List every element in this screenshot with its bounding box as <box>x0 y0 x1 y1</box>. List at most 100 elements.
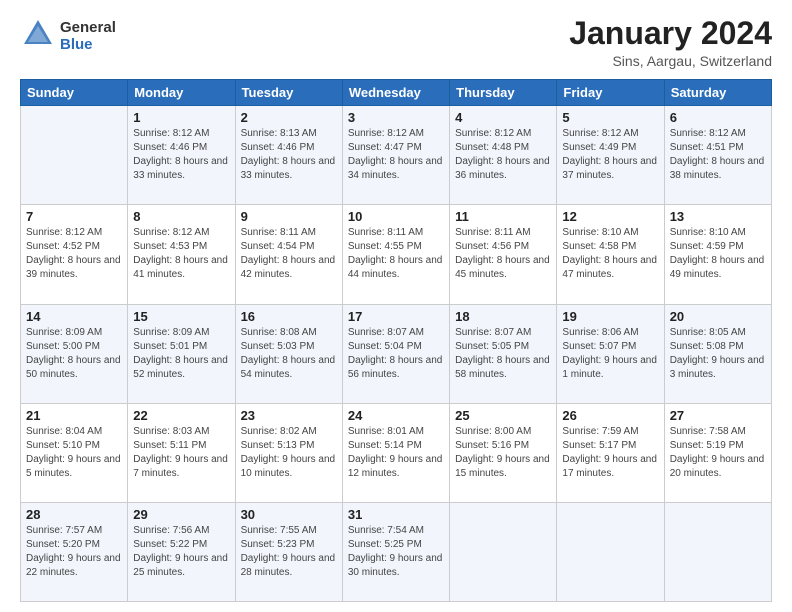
calendar-row: 1Sunrise: 8:12 AMSunset: 4:46 PMDaylight… <box>21 106 772 205</box>
day-number: 6 <box>670 110 766 125</box>
table-row: 3Sunrise: 8:12 AMSunset: 4:47 PMDaylight… <box>342 106 449 205</box>
day-number: 16 <box>241 309 337 324</box>
day-number: 31 <box>348 507 444 522</box>
table-row: 15Sunrise: 8:09 AMSunset: 5:01 PMDayligh… <box>128 304 235 403</box>
day-info: Sunrise: 8:13 AMSunset: 4:46 PMDaylight:… <box>241 127 337 183</box>
table-row: 13 Sunrise: 8:10 AMSunset: 4:59 PMDayligh… <box>664 205 771 304</box>
table-row: 27 Sunrise: 7:58 AMSunset: 5:19 PMDayligh… <box>664 403 771 502</box>
day-number: 21 <box>26 408 122 423</box>
day-info: Sunrise: 8:09 AMSunset: 5:01 PMDaylight:… <box>133 326 229 382</box>
day-number: 7 <box>26 209 122 224</box>
day-info: Sunrise: 8:12 AMSunset: 4:47 PMDaylight:… <box>348 127 444 183</box>
logo-general: General <box>60 19 116 36</box>
table-row: 4Sunrise: 8:12 AMSunset: 4:48 PMDaylight… <box>450 106 557 205</box>
table-row: 28 Sunrise: 7:57 AMSunset: 5:20 PMDayligh… <box>21 502 128 601</box>
day-info: Sunrise: 7:56 AMSunset: 5:22 PMDaylight:… <box>133 524 229 580</box>
day-info: Sunrise: 8:12 AMSunset: 4:53 PMDaylight:… <box>133 226 229 282</box>
table-row: 10 Sunrise: 8:11 AMSunset: 4:55 PMDayligh… <box>342 205 449 304</box>
table-row: 30 Sunrise: 7:55 AMSunset: 5:23 PMDayligh… <box>235 502 342 601</box>
col-sunday: Sunday <box>21 80 128 106</box>
calendar-row: 21Sunrise: 8:04 AMSunset: 5:10 PMDayligh… <box>21 403 772 502</box>
day-number: 9 <box>241 209 337 224</box>
col-saturday: Saturday <box>664 80 771 106</box>
day-info: Sunrise: 8:10 AMSunset: 4:58 PMDaylight:… <box>562 226 658 282</box>
calendar-row: 14 Sunrise: 8:09 AMSunset: 5:00 PMDayligh… <box>21 304 772 403</box>
table-row: 24 Sunrise: 8:01 AMSunset: 5:14 PMDayligh… <box>342 403 449 502</box>
day-number: 25 <box>455 408 551 423</box>
day-info: Sunrise: 8:11 AMSunset: 4:56 PMDaylight:… <box>455 226 551 282</box>
day-number: 28 <box>26 507 122 522</box>
table-row: 6 Sunrise: 8:12 AMSunset: 4:51 PMDaylight… <box>664 106 771 205</box>
col-friday: Friday <box>557 80 664 106</box>
day-info: Sunrise: 8:03 AMSunset: 5:11 PMDaylight:… <box>133 425 229 481</box>
day-number: 5 <box>562 110 658 125</box>
day-info: Sunrise: 7:57 AMSunset: 5:20 PMDaylight:… <box>26 524 122 580</box>
calendar-table: Sunday Monday Tuesday Wednesday Thursday… <box>20 79 772 602</box>
table-row: 26 Sunrise: 7:59 AMSunset: 5:17 PMDayligh… <box>557 403 664 502</box>
logo-icon <box>20 16 56 52</box>
col-monday: Monday <box>128 80 235 106</box>
day-number: 18 <box>455 309 551 324</box>
col-thursday: Thursday <box>450 80 557 106</box>
table-row: 16 Sunrise: 8:08 AMSunset: 5:03 PMDayligh… <box>235 304 342 403</box>
day-info: Sunrise: 8:09 AMSunset: 5:00 PMDaylight:… <box>26 326 122 382</box>
table-row: 9 Sunrise: 8:11 AMSunset: 4:54 PMDaylight… <box>235 205 342 304</box>
day-number: 29 <box>133 507 229 522</box>
day-info: Sunrise: 8:00 AMSunset: 5:16 PMDaylight:… <box>455 425 551 481</box>
day-info: Sunrise: 8:11 AMSunset: 4:54 PMDaylight:… <box>241 226 337 282</box>
day-number: 22 <box>133 408 229 423</box>
table-row: 8Sunrise: 8:12 AMSunset: 4:53 PMDaylight… <box>128 205 235 304</box>
day-info: Sunrise: 8:06 AMSunset: 5:07 PMDaylight:… <box>562 326 658 382</box>
day-info: Sunrise: 7:54 AMSunset: 5:25 PMDaylight:… <box>348 524 444 580</box>
day-info: Sunrise: 8:12 AMSunset: 4:46 PMDaylight:… <box>133 127 229 183</box>
day-number: 10 <box>348 209 444 224</box>
day-info: Sunrise: 8:11 AMSunset: 4:55 PMDaylight:… <box>348 226 444 282</box>
logo-blue: Blue <box>60 36 93 53</box>
page: General Blue January 2024 Sins, Aargau, … <box>0 0 792 612</box>
day-info: Sunrise: 8:07 AMSunset: 5:04 PMDaylight:… <box>348 326 444 382</box>
subtitle: Sins, Aargau, Switzerland <box>569 53 772 69</box>
col-wednesday: Wednesday <box>342 80 449 106</box>
day-number: 23 <box>241 408 337 423</box>
day-info: Sunrise: 8:07 AMSunset: 5:05 PMDaylight:… <box>455 326 551 382</box>
table-row: 14 Sunrise: 8:09 AMSunset: 5:00 PMDayligh… <box>21 304 128 403</box>
day-number: 19 <box>562 309 658 324</box>
day-number: 4 <box>455 110 551 125</box>
day-info: Sunrise: 8:12 AMSunset: 4:51 PMDaylight:… <box>670 127 766 183</box>
day-number: 17 <box>348 309 444 324</box>
table-row: 5 Sunrise: 8:12 AMSunset: 4:49 PMDaylight… <box>557 106 664 205</box>
day-info: Sunrise: 8:10 AMSunset: 4:59 PMDaylight:… <box>670 226 766 282</box>
day-info: Sunrise: 8:05 AMSunset: 5:08 PMDaylight:… <box>670 326 766 382</box>
day-number: 27 <box>670 408 766 423</box>
day-number: 20 <box>670 309 766 324</box>
table-row: 18 Sunrise: 8:07 AMSunset: 5:05 PMDayligh… <box>450 304 557 403</box>
day-info: Sunrise: 7:59 AMSunset: 5:17 PMDaylight:… <box>562 425 658 481</box>
calendar-header-row: Sunday Monday Tuesday Wednesday Thursday… <box>21 80 772 106</box>
main-title: January 2024 <box>569 16 772 51</box>
table-row: 2 Sunrise: 8:13 AMSunset: 4:46 PMDaylight… <box>235 106 342 205</box>
day-number: 30 <box>241 507 337 522</box>
day-number: 2 <box>241 110 337 125</box>
table-row: 1Sunrise: 8:12 AMSunset: 4:46 PMDaylight… <box>128 106 235 205</box>
table-row: 23 Sunrise: 8:02 AMSunset: 5:13 PMDayligh… <box>235 403 342 502</box>
day-info: Sunrise: 8:08 AMSunset: 5:03 PMDaylight:… <box>241 326 337 382</box>
day-info: Sunrise: 8:12 AMSunset: 4:52 PMDaylight:… <box>26 226 122 282</box>
day-info: Sunrise: 7:55 AMSunset: 5:23 PMDaylight:… <box>241 524 337 580</box>
day-number: 26 <box>562 408 658 423</box>
header: General Blue January 2024 Sins, Aargau, … <box>20 16 772 69</box>
table-row: 17 Sunrise: 8:07 AMSunset: 5:04 PMDayligh… <box>342 304 449 403</box>
table-row <box>664 502 771 601</box>
table-row: 21Sunrise: 8:04 AMSunset: 5:10 PMDayligh… <box>21 403 128 502</box>
day-number: 24 <box>348 408 444 423</box>
day-number: 14 <box>26 309 122 324</box>
calendar-row: 7 Sunrise: 8:12 AMSunset: 4:52 PMDaylight… <box>21 205 772 304</box>
day-info: Sunrise: 8:12 AMSunset: 4:49 PMDaylight:… <box>562 127 658 183</box>
day-info: Sunrise: 7:58 AMSunset: 5:19 PMDaylight:… <box>670 425 766 481</box>
day-number: 13 <box>670 209 766 224</box>
table-row <box>21 106 128 205</box>
day-info: Sunrise: 8:01 AMSunset: 5:14 PMDaylight:… <box>348 425 444 481</box>
title-block: January 2024 Sins, Aargau, Switzerland <box>569 16 772 69</box>
day-info: Sunrise: 8:02 AMSunset: 5:13 PMDaylight:… <box>241 425 337 481</box>
col-tuesday: Tuesday <box>235 80 342 106</box>
table-row: 12Sunrise: 8:10 AMSunset: 4:58 PMDayligh… <box>557 205 664 304</box>
